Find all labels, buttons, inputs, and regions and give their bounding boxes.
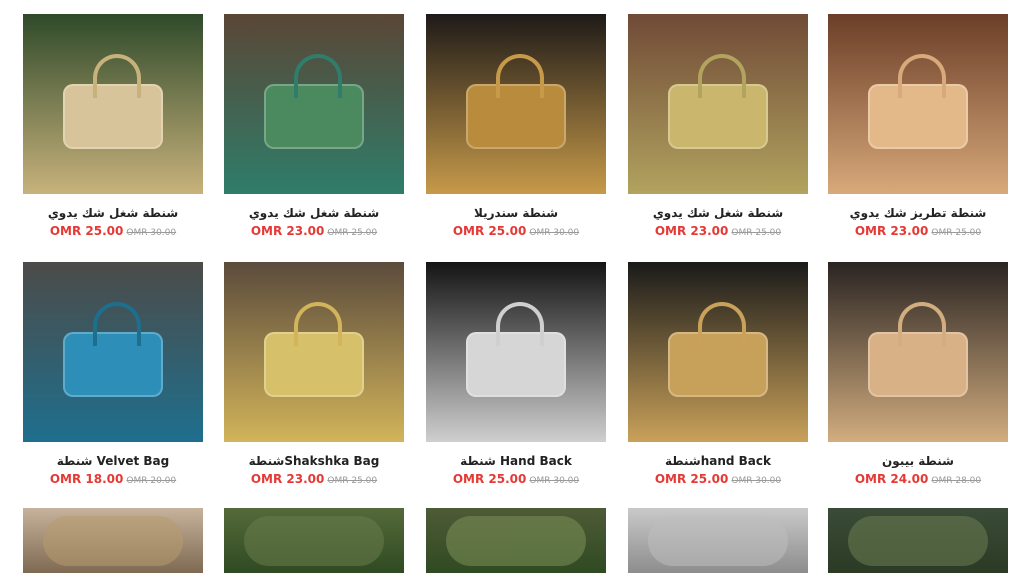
- product-image[interactable]: [23, 508, 203, 573]
- original-price: OMR 25.00: [327, 476, 378, 486]
- bag-handle: [898, 54, 946, 98]
- sale-price: OMR 23.00: [854, 224, 929, 238]
- product-card[interactable]: شنطة تطريز شك يدوي OMR 23.00 OMR 25.00: [828, 14, 1008, 238]
- original-price: OMR 30.00: [126, 228, 177, 238]
- price-row: OMR 25.00 OMR 30.00: [426, 224, 606, 238]
- bag-handle: [496, 302, 544, 346]
- product-image[interactable]: [828, 508, 1008, 573]
- product-title[interactable]: شنطة شغل شك يدوي: [628, 206, 808, 220]
- sale-price: OMR 25.00: [452, 224, 527, 238]
- product-card[interactable]: Hand Back شنطة OMR 25.00 OMR 30.00: [426, 262, 606, 486]
- sale-price: OMR 23.00: [250, 224, 325, 238]
- product-image[interactable]: [426, 508, 606, 573]
- sale-price: OMR 25.00: [654, 472, 729, 486]
- original-price: OMR 25.00: [327, 228, 378, 238]
- product-grid: شنطة شغل شك يدوي OMR 25.00 OMR 30.00 شنطة ش…: [0, 0, 1024, 573]
- product-card[interactable]: شنطة شغل شك يدوي OMR 25.00 OMR 30.00: [23, 14, 203, 238]
- bag-handle: [294, 54, 342, 98]
- price-row: OMR 23.00 OMR 25.00: [828, 224, 1008, 238]
- product-image[interactable]: [628, 262, 808, 442]
- product-title[interactable]: شنطة شغل شك يدوي: [224, 206, 404, 220]
- sale-price: OMR 25.00: [49, 224, 124, 238]
- price-row: OMR 18.00 OMR 20.00: [23, 472, 203, 486]
- product-card[interactable]: Shakshka Bagشنطة OMR 23.00 OMR 25.00: [224, 262, 404, 486]
- product-title[interactable]: Shakshka Bagشنطة: [224, 454, 404, 468]
- bag-handle: [294, 302, 342, 346]
- bag-handle: [698, 54, 746, 98]
- product-image[interactable]: [224, 14, 404, 194]
- product-card-partial[interactable]: [224, 508, 404, 573]
- product-title[interactable]: شنطة سندريلا: [426, 206, 606, 220]
- original-price: OMR 25.00: [931, 228, 982, 238]
- product-card[interactable]: شنطة بيبون OMR 24.00 OMR 28.00: [828, 262, 1008, 486]
- product-card[interactable]: hand Backشنطة OMR 25.00 OMR 30.00: [628, 262, 808, 486]
- product-title[interactable]: Hand Back شنطة: [426, 454, 606, 468]
- bag-handle: [93, 302, 141, 346]
- product-title[interactable]: Velvet Bag شنطة: [23, 454, 203, 468]
- product-image[interactable]: [426, 262, 606, 442]
- sale-price: OMR 23.00: [654, 224, 729, 238]
- foliage: [848, 516, 988, 566]
- product-image[interactable]: [23, 14, 203, 194]
- original-price: OMR 30.00: [529, 228, 580, 238]
- product-card-partial[interactable]: [23, 508, 203, 573]
- foliage: [446, 516, 586, 566]
- product-title[interactable]: شنطة بيبون: [828, 454, 1008, 468]
- product-title[interactable]: شنطة تطريز شك يدوي: [828, 206, 1008, 220]
- product-image[interactable]: [426, 14, 606, 194]
- price-row: OMR 25.00 OMR 30.00: [628, 472, 808, 486]
- product-card-partial[interactable]: [426, 508, 606, 573]
- price-row: OMR 23.00 OMR 25.00: [224, 472, 404, 486]
- original-price: OMR 30.00: [731, 476, 782, 486]
- bag-handle: [93, 54, 141, 98]
- product-card[interactable]: شنطة شغل شك يدوي OMR 23.00 OMR 25.00: [224, 14, 404, 238]
- sale-price: OMR 24.00: [854, 472, 929, 486]
- product-image[interactable]: [828, 262, 1008, 442]
- bag-handle: [698, 302, 746, 346]
- product-image[interactable]: [828, 14, 1008, 194]
- sale-price: OMR 23.00: [250, 472, 325, 486]
- original-price: OMR 30.00: [529, 476, 580, 486]
- original-price: OMR 28.00: [931, 476, 982, 486]
- foliage: [244, 516, 384, 566]
- price-row: OMR 25.00 OMR 30.00: [426, 472, 606, 486]
- original-price: OMR 25.00: [731, 228, 782, 238]
- product-card[interactable]: شنطة شغل شك يدوي OMR 23.00 OMR 25.00: [628, 14, 808, 238]
- foliage: [648, 516, 788, 566]
- bag-handle: [898, 302, 946, 346]
- product-image[interactable]: [628, 508, 808, 573]
- product-title[interactable]: hand Backشنطة: [628, 454, 808, 468]
- original-price: OMR 20.00: [126, 476, 177, 486]
- product-card-partial[interactable]: [828, 508, 1008, 573]
- product-image[interactable]: [23, 262, 203, 442]
- price-row: OMR 25.00 OMR 30.00: [23, 224, 203, 238]
- price-row: OMR 24.00 OMR 28.00: [828, 472, 1008, 486]
- product-image[interactable]: [224, 508, 404, 573]
- product-card-partial[interactable]: [628, 508, 808, 573]
- sale-price: OMR 25.00: [452, 472, 527, 486]
- product-image[interactable]: [628, 14, 808, 194]
- product-card[interactable]: شنطة سندريلا OMR 25.00 OMR 30.00: [426, 14, 606, 238]
- foliage: [43, 516, 183, 566]
- sale-price: OMR 18.00: [49, 472, 124, 486]
- price-row: OMR 23.00 OMR 25.00: [224, 224, 404, 238]
- price-row: OMR 23.00 OMR 25.00: [628, 224, 808, 238]
- product-card[interactable]: Velvet Bag شنطة OMR 18.00 OMR 20.00: [23, 262, 203, 486]
- product-image[interactable]: [224, 262, 404, 442]
- product-title[interactable]: شنطة شغل شك يدوي: [23, 206, 203, 220]
- bag-handle: [496, 54, 544, 98]
